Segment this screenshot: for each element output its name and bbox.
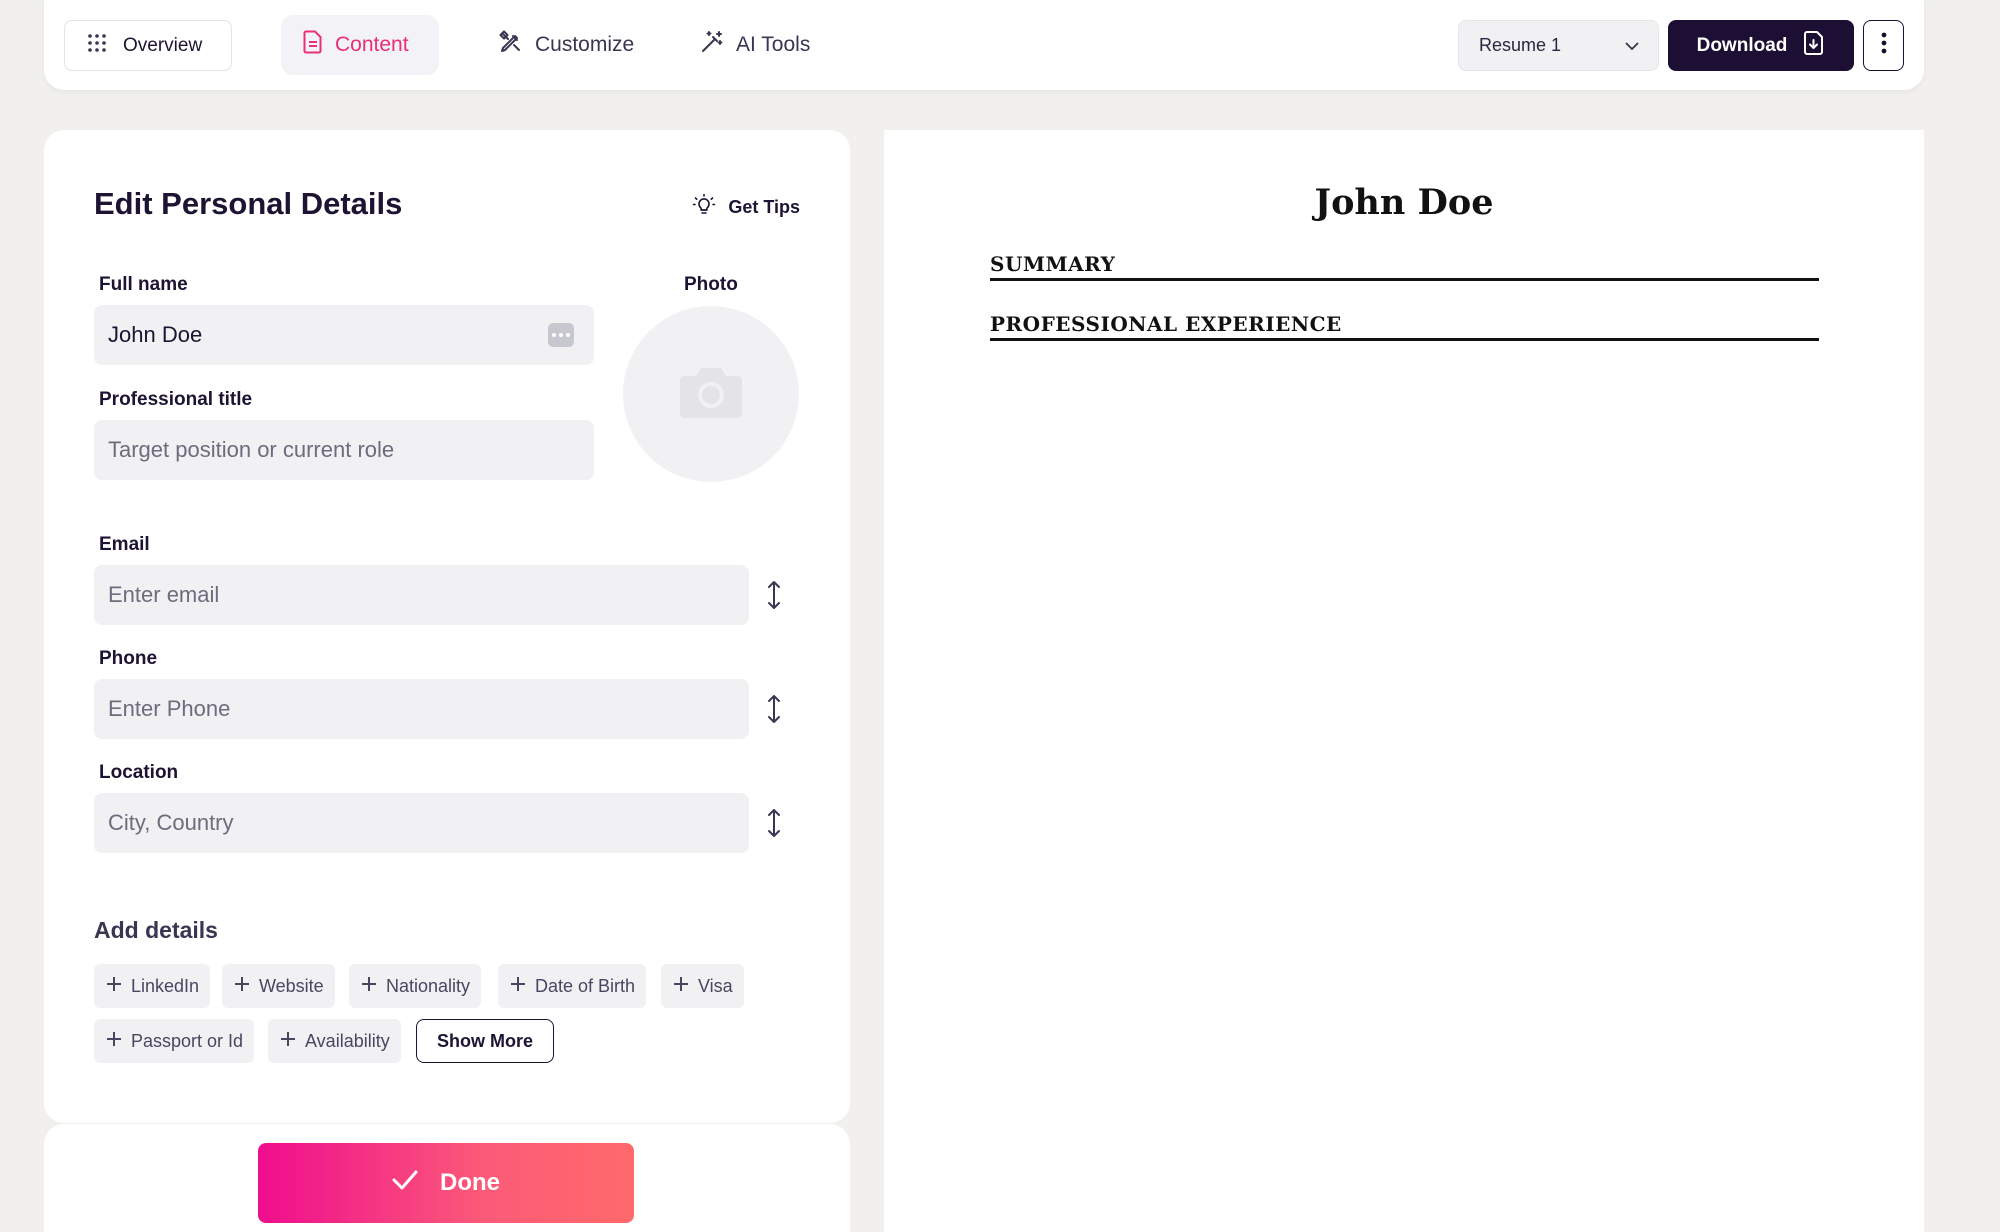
chip-label: Passport or Id <box>131 1030 244 1051</box>
dot <box>566 333 570 337</box>
plus-icon <box>672 975 690 998</box>
camera-icon <box>678 364 744 425</box>
reorder-handle-icon[interactable] <box>762 577 786 613</box>
professional-title-label: Professional title <box>99 389 253 410</box>
download-label: Download <box>1696 34 1788 56</box>
done-bar: Done <box>44 1124 850 1232</box>
phone-label: Phone <box>99 648 158 669</box>
add-linkedin-chip[interactable]: LinkedIn <box>94 964 211 1008</box>
chevron-down-icon <box>1624 35 1640 56</box>
plus-icon <box>509 975 527 998</box>
chip-label: Availability <box>305 1030 390 1051</box>
location-input[interactable] <box>94 793 749 853</box>
panel-title: Edit Personal Details <box>94 186 403 221</box>
plus-icon <box>360 975 378 998</box>
reorder-handle-icon[interactable] <box>762 691 786 727</box>
photo-upload[interactable] <box>623 306 799 482</box>
full-name-label: Full name <box>99 274 188 295</box>
add-details-title: Add details <box>94 917 218 943</box>
show-more-button[interactable]: Show More <box>416 1019 555 1063</box>
chip-label: Nationality <box>386 975 471 996</box>
professional-title-input[interactable] <box>94 420 594 480</box>
add-passport-chip[interactable]: Passport or Id <box>94 1019 255 1063</box>
plus-icon <box>105 1030 123 1053</box>
add-visa-chip[interactable]: Visa <box>661 964 744 1008</box>
resume-section-summary: SUMMARY <box>990 252 1819 281</box>
plus-icon <box>233 975 251 998</box>
pencil-ruler-icon <box>499 30 523 60</box>
get-tips-label: Get Tips <box>728 197 800 217</box>
plus-icon <box>105 975 123 998</box>
dot <box>552 333 556 337</box>
done-label: Done <box>440 1169 500 1196</box>
magic-wand-icon <box>700 30 724 60</box>
grid-icon <box>87 33 107 59</box>
tab-ai-tools-label: AI Tools <box>736 33 811 56</box>
plus-icon <box>279 1030 297 1053</box>
chip-label: Visa <box>698 975 733 996</box>
get-tips-button[interactable]: Get Tips <box>692 193 800 222</box>
personal-details-panel: Edit Personal Details Get Tips Full name… <box>44 130 850 1123</box>
chip-label: LinkedIn <box>131 975 200 996</box>
more-options-button[interactable] <box>1863 20 1904 71</box>
resume-select[interactable]: Resume 1 <box>1458 20 1659 71</box>
tab-customize-label: Customize <box>535 33 635 56</box>
resume-preview: John Doe SUMMARY PROFESSIONAL EXPERIENCE <box>884 130 1924 1232</box>
phone-input[interactable] <box>94 679 749 739</box>
check-icon <box>392 1169 418 1197</box>
photo-label: Photo <box>684 274 738 295</box>
location-label: Location <box>99 762 179 783</box>
overview-label: Overview <box>123 34 203 56</box>
kebab-menu-icon <box>1881 32 1887 59</box>
resume-section-experience: PROFESSIONAL EXPERIENCE <box>990 312 1819 341</box>
lightbulb-icon <box>692 193 716 222</box>
top-toolbar: Overview Content Customize AI Tools Resu… <box>44 0 1924 90</box>
reorder-handle-icon[interactable] <box>762 805 786 841</box>
add-availability-chip[interactable]: Availability <box>268 1019 401 1063</box>
tab-content-label: Content <box>335 33 409 56</box>
dot <box>559 333 563 337</box>
field-options-button[interactable] <box>548 323 574 347</box>
add-nationality-chip[interactable]: Nationality <box>349 964 482 1008</box>
chip-label: Date of Birth <box>535 975 636 996</box>
email-input[interactable] <box>94 565 749 625</box>
tab-content[interactable]: Content <box>281 15 439 75</box>
chip-label: Website <box>259 975 324 996</box>
add-website-chip[interactable]: Website <box>222 964 335 1008</box>
show-more-label: Show More <box>437 1030 534 1051</box>
full-name-input[interactable] <box>94 305 594 365</box>
tab-customize[interactable]: Customize <box>477 15 656 75</box>
document-icon <box>303 30 323 60</box>
add-date-of-birth-chip[interactable]: Date of Birth <box>498 964 647 1008</box>
resume-select-value: Resume 1 <box>1479 35 1562 55</box>
done-button[interactable]: Done <box>258 1143 634 1223</box>
email-label: Email <box>99 534 150 555</box>
file-download-icon <box>1803 30 1825 62</box>
download-button[interactable]: Download <box>1668 20 1854 71</box>
overview-button[interactable]: Overview <box>64 20 232 71</box>
tab-ai-tools[interactable]: AI Tools <box>678 15 832 75</box>
resume-name: John Doe <box>1314 182 1494 223</box>
